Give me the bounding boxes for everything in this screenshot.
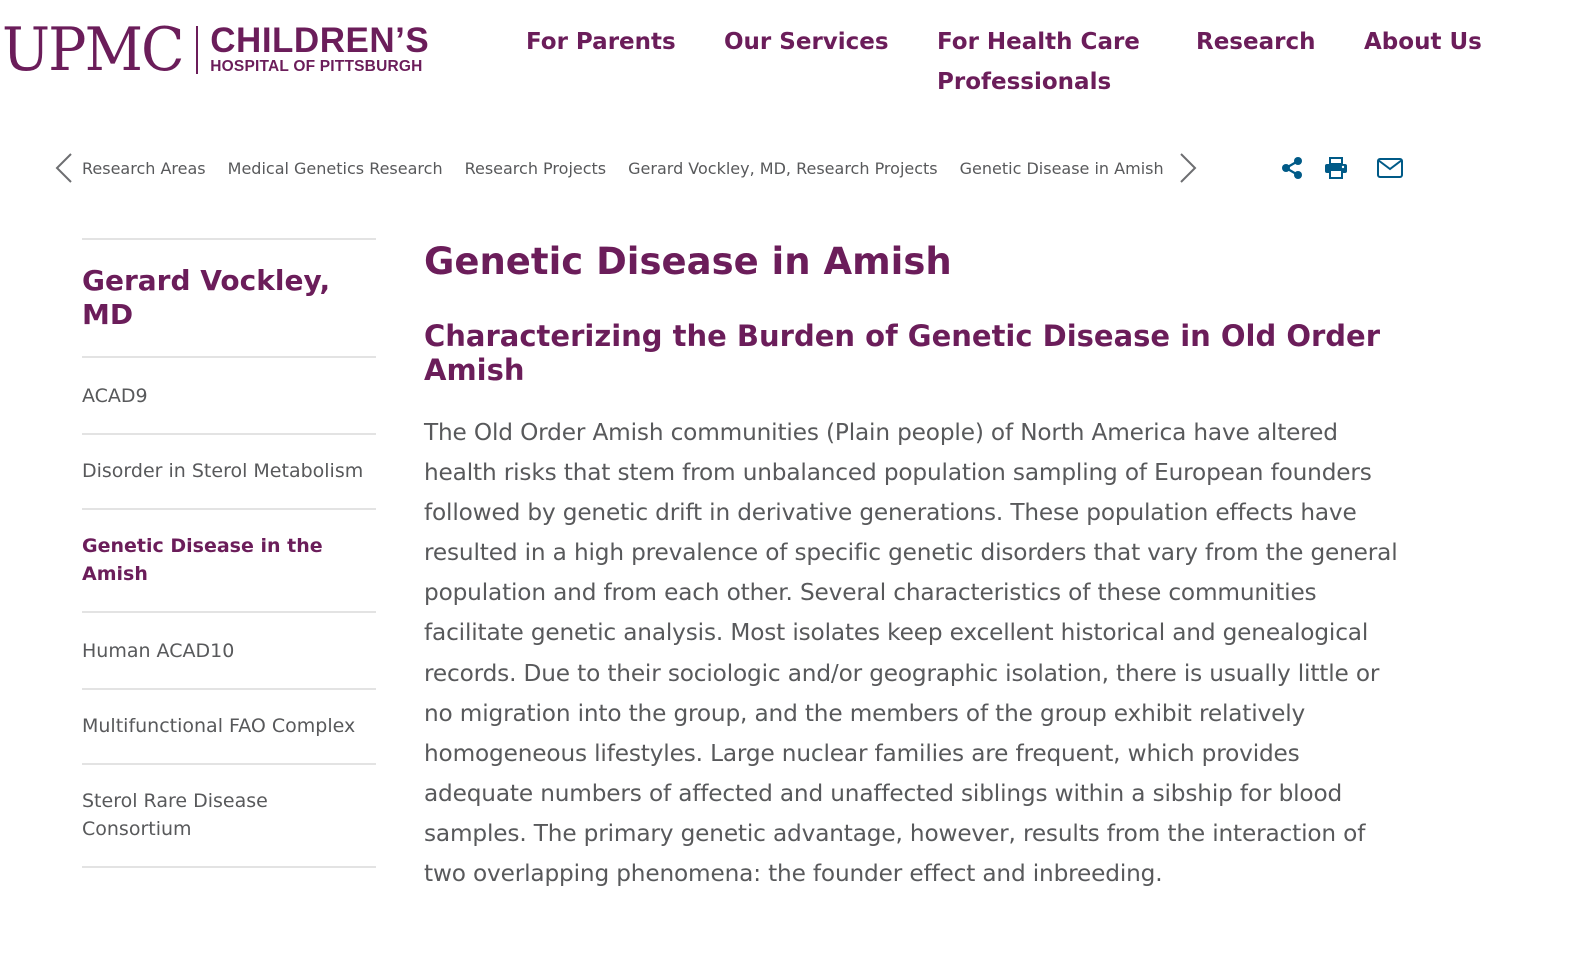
breadcrumb-item-current[interactable]: Genetic Disease in Amish — [960, 159, 1164, 178]
page-title: Genetic Disease in Amish — [424, 240, 952, 283]
breadcrumb-item[interactable]: Gerard Vockley, MD, Research Projects — [628, 159, 938, 178]
nav-about-us[interactable]: About Us — [1364, 22, 1482, 62]
nav-for-health-care-professionals[interactable]: For Health Care Professionals — [937, 22, 1167, 102]
print-icon[interactable] — [1320, 152, 1352, 184]
breadcrumb-item[interactable]: Medical Genetics Research — [228, 159, 443, 178]
body-paragraph: The Old Order Amish communities (Plain p… — [424, 419, 1398, 888]
email-icon[interactable] — [1374, 152, 1406, 184]
breadcrumb-list: Research Areas Medical Genetics Research… — [82, 159, 1170, 178]
nav-research[interactable]: Research — [1196, 22, 1315, 62]
main-nav: For Parents Our Services For Health Care… — [0, 22, 1589, 112]
main-content: Genetic Disease in Amish Characterizing … — [424, 238, 1404, 894]
breadcrumb: Research Areas Medical Genetics Research… — [52, 146, 1200, 190]
sidebar-item-acad9[interactable]: ACAD9 — [82, 358, 376, 435]
nav-for-parents[interactable]: For Parents — [526, 22, 676, 62]
section-subtitle: Characterizing the Burden of Genetic Dis… — [424, 319, 1381, 387]
sidebar-item-sterol-consortium[interactable]: Sterol Rare Disease Consortium — [82, 765, 376, 868]
sidebar-item-human-acad10[interactable]: Human ACAD10 — [82, 613, 376, 690]
sidebar-item-multifunctional-fao[interactable]: Multifunctional FAO Complex — [82, 690, 376, 765]
share-icon[interactable] — [1276, 152, 1308, 184]
sidebar: Gerard Vockley, MD ACAD9 Disorder in Ste… — [82, 238, 376, 868]
chevron-right-icon[interactable] — [1176, 150, 1200, 186]
breadcrumb-item[interactable]: Research Projects — [465, 159, 607, 178]
nav-our-services[interactable]: Our Services — [724, 22, 889, 62]
chevron-left-icon[interactable] — [52, 150, 76, 186]
sidebar-title[interactable]: Gerard Vockley, MD — [82, 240, 376, 358]
sidebar-item-sterol-metabolism[interactable]: Disorder in Sterol Metabolism — [82, 435, 376, 510]
sidebar-item-genetic-disease-amish[interactable]: Genetic Disease in the Amish — [82, 510, 376, 613]
breadcrumb-item[interactable]: Research Areas — [82, 159, 206, 178]
page-tools — [1276, 152, 1406, 184]
